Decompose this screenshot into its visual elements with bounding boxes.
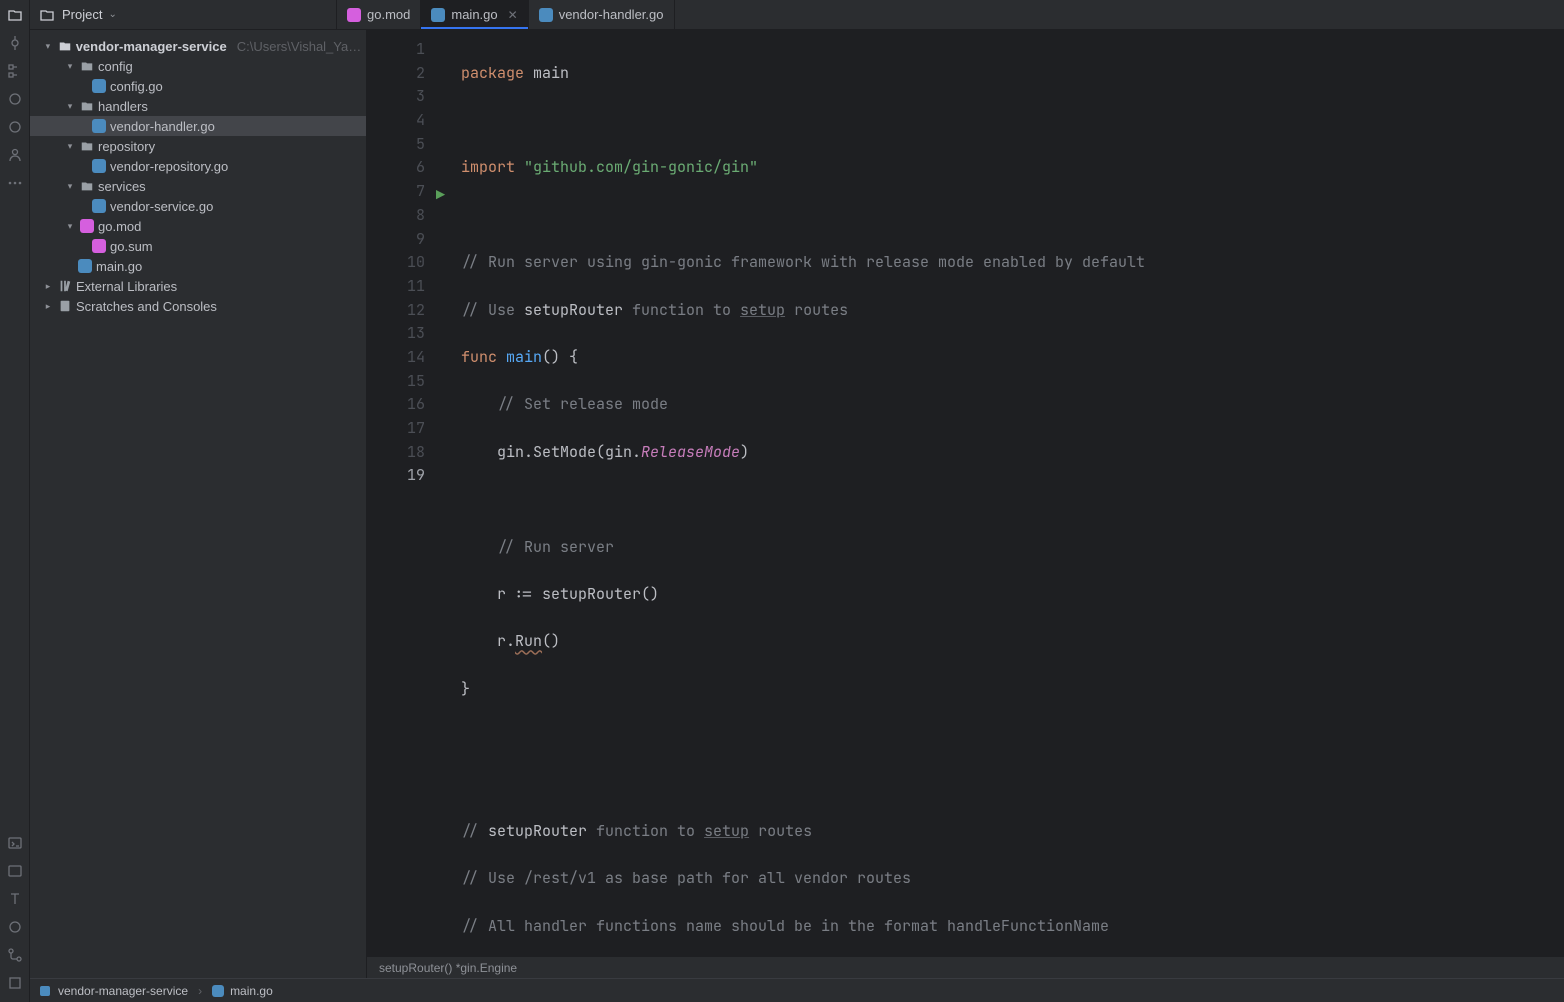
close-icon[interactable]: ✕ [508, 8, 518, 22]
folder-icon [80, 59, 94, 73]
tab-label: main.go [451, 7, 497, 22]
go-sum-icon [92, 239, 106, 253]
tab-vendor-handler[interactable]: vendor-handler.go [529, 0, 675, 29]
breadcrumb-bar[interactable]: setupRouter() *gin.Engine [367, 956, 1564, 978]
gutter: 1 2 3 4 5 6 7▶ 8 9 10 11 12 13 14 [367, 30, 435, 956]
folder-icon [38, 6, 56, 24]
status-file[interactable]: main.go [230, 984, 273, 998]
tree-label: vendor-manager-service [76, 39, 227, 54]
terminal-tool-icon[interactable] [6, 834, 24, 852]
project-title: Project [62, 7, 102, 22]
activity-bar [0, 0, 30, 1002]
tree-root[interactable]: ▾ vendor-manager-service C:\Users\Vishal… [30, 36, 366, 56]
go-mod-icon [80, 219, 94, 233]
chevron-down-icon[interactable]: ▾ [64, 141, 76, 152]
chevron-right-icon[interactable]: ▸ [42, 281, 54, 292]
tree-scratches[interactable]: ▸Scratches and Consoles [30, 296, 366, 316]
chevron-down-icon[interactable]: ▾ [42, 41, 54, 52]
status-project[interactable]: vendor-manager-service [58, 984, 188, 998]
text-tool-icon[interactable] [6, 890, 24, 908]
go-file-icon [92, 79, 106, 93]
chevron-down-icon[interactable]: ▾ [64, 221, 76, 232]
tree-file-go-mod[interactable]: ▾go.mod [30, 216, 366, 236]
tree-external-libraries[interactable]: ▸External Libraries [30, 276, 366, 296]
chevron-down-icon: ⌄ [108, 9, 116, 20]
tree-file-go-sum[interactable]: go.sum [30, 236, 366, 256]
circle-tool-icon[interactable] [6, 90, 24, 108]
go-file-icon [92, 199, 106, 213]
go-file-icon [539, 8, 553, 22]
folder-icon [80, 179, 94, 193]
run-gutter-icon[interactable]: ▶ [436, 184, 445, 208]
go-mod-icon [347, 8, 361, 22]
tree-folder-config[interactable]: ▾config [30, 56, 366, 76]
tab-label: go.mod [367, 7, 410, 22]
build-tool-icon[interactable] [6, 974, 24, 992]
ai-tool-icon[interactable] [6, 862, 24, 880]
chevron-right-icon[interactable]: ▸ [42, 301, 54, 312]
go-file-icon [92, 119, 106, 133]
module-icon [38, 984, 52, 998]
library-icon [58, 279, 72, 293]
tab-go-mod[interactable]: go.mod [337, 0, 421, 29]
code-editor[interactable]: 1 2 3 4 5 6 7▶ 8 9 10 11 12 13 14 [367, 30, 1564, 956]
tree-file-config-go[interactable]: config.go [30, 76, 366, 96]
code-content[interactable]: package main import "github.com/gin-goni… [435, 30, 1145, 956]
more-tool-icon[interactable] [6, 174, 24, 192]
tree-file-vendor-handler[interactable]: vendor-handler.go [30, 116, 366, 136]
tree-folder-handlers[interactable]: ▾handlers [30, 96, 366, 116]
project-tool-icon[interactable] [6, 6, 24, 24]
structure-tool-icon[interactable] [6, 62, 24, 80]
chevron-down-icon[interactable]: ▾ [64, 181, 76, 192]
debug-tool-icon[interactable] [6, 918, 24, 936]
folder-icon [58, 39, 72, 53]
go-file-icon [212, 985, 224, 997]
tree-file-vendor-service[interactable]: vendor-service.go [30, 196, 366, 216]
chevron-down-icon[interactable]: ▾ [64, 101, 76, 112]
commit-tool-icon[interactable] [6, 34, 24, 52]
tab-main-go[interactable]: main.go ✕ [421, 0, 528, 29]
circle2-tool-icon[interactable] [6, 118, 24, 136]
vcs-tool-icon[interactable] [6, 946, 24, 964]
go-file-icon [92, 159, 106, 173]
tab-label: vendor-handler.go [559, 7, 664, 22]
folder-icon [80, 99, 94, 113]
person-tool-icon[interactable] [6, 146, 24, 164]
go-file-icon [431, 8, 445, 22]
go-file-icon [78, 259, 92, 273]
tree-file-vendor-repository[interactable]: vendor-repository.go [30, 156, 366, 176]
tree-folder-repository[interactable]: ▾repository [30, 136, 366, 156]
status-bar: vendor-manager-service › main.go [30, 978, 1564, 1002]
tree-folder-services[interactable]: ▾services [30, 176, 366, 196]
project-tree[interactable]: ▾ vendor-manager-service C:\Users\Vishal… [30, 30, 367, 978]
folder-icon [80, 139, 94, 153]
scratch-icon [58, 299, 72, 313]
chevron-down-icon[interactable]: ▾ [64, 61, 76, 72]
project-panel-header[interactable]: Project ⌄ [30, 0, 337, 29]
tree-hint: C:\Users\Vishal_Yadav [237, 39, 366, 54]
editor-tabs: go.mod main.go ✕ vendor-handler.go [337, 0, 675, 29]
tree-file-main-go[interactable]: main.go [30, 256, 366, 276]
editor: 1 2 3 4 5 6 7▶ 8 9 10 11 12 13 14 [367, 30, 1564, 978]
breadcrumb-text: setupRouter() *gin.Engine [379, 961, 517, 975]
top-bar: Project ⌄ go.mod main.go ✕ vendor-handle… [30, 0, 1564, 30]
